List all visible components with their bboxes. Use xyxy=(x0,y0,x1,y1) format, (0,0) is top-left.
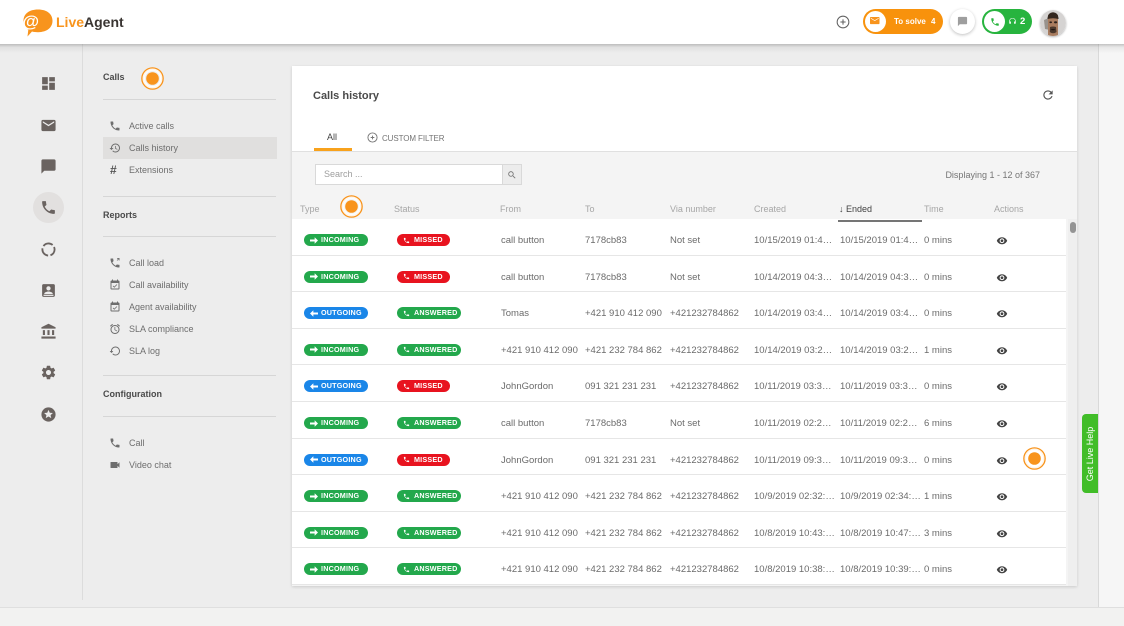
svg-text:@: @ xyxy=(23,12,40,31)
